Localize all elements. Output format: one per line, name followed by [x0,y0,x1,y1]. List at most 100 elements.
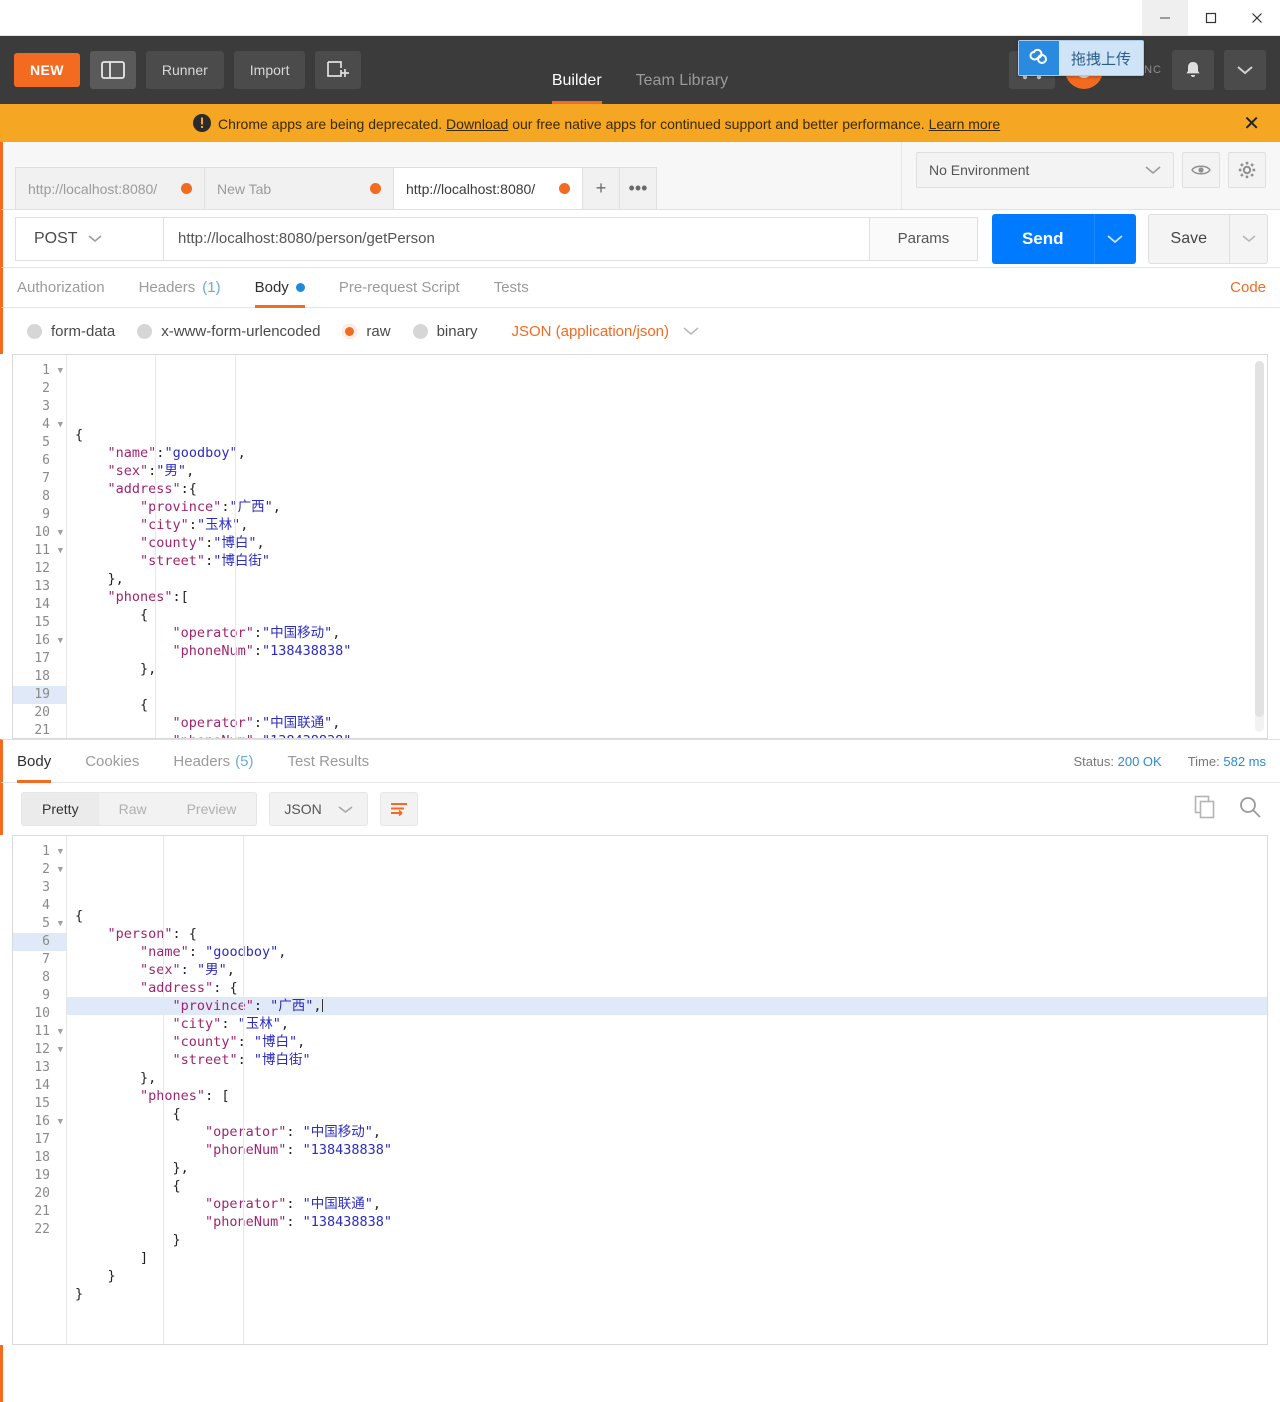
save-button[interactable]: Save [1147,213,1230,264]
http-method-select[interactable]: POST [15,216,163,261]
upload-overlay-popup[interactable]: 拖拽上传 [1018,40,1145,76]
line-number: 12 ▼ [34,1041,63,1059]
url-input[interactable]: http://localhost:8080/person/getPerson [163,216,870,261]
response-editor-code[interactable]: { "person": { "name": "goodboy", "sex": … [67,836,1267,1344]
tab-pre-request-script[interactable]: Pre-request Script [339,268,460,308]
tab-tests[interactable]: Tests [494,268,529,308]
response-body-editor[interactable]: 1 ▼ 2 ▼ 3 4 5 ▼ 6 7 8 9 10 11 ▼ 12 ▼ 13 14 15 16 ▼ 17 18 19 20 21 2… [12,835,1268,1345]
fold-caret-icon[interactable]: ▼ [58,362,63,380]
radio-label: form-data [51,322,116,340]
tab-headers[interactable]: Headers (1) [139,268,221,308]
tab-options-button[interactable]: ••• [619,167,657,209]
add-tab-button[interactable]: + [582,167,620,209]
response-editor-gutter: 1 ▼ 2 ▼ 3 4 5 ▼ 6 7 8 9 10 11 ▼ 12 ▼ 13 14 15 16 ▼ 17 18 19 20 21 2… [13,836,67,1344]
line-number: 15 [34,615,50,630]
status-value: 200 OK [1117,753,1162,769]
environment-area: No Environment [901,142,1280,209]
line-number: 14 [34,1078,50,1093]
code-line: "operator": "中国移动", [205,1124,381,1140]
request-editor-code[interactable]: { "name":"goodboy", "sex":"男", "address"… [67,355,1267,738]
fold-caret-icon[interactable]: ▼ [58,416,63,434]
body-type-binary[interactable]: binary [412,323,477,340]
save-options-chevron-down-icon[interactable] [1230,213,1268,264]
body-type-raw[interactable]: raw [342,323,391,340]
window-maximize-button[interactable] [1188,0,1234,35]
tab-label: Test Results [287,752,370,770]
banner-learn-more-link[interactable]: Learn more [929,116,1001,132]
header-chevron-down-icon[interactable] [1224,50,1266,90]
code-link[interactable]: Code [1230,279,1266,296]
fold-caret-icon[interactable]: ▼ [58,524,63,542]
view-pretty[interactable]: Pretty [22,793,99,825]
banner-download-link[interactable]: Download [446,116,508,132]
bell-icon[interactable] [1172,50,1214,90]
fold-caret-icon[interactable]: ▼ [58,861,63,879]
body-type-urlencoded[interactable]: x-www-form-urlencoded [137,323,320,340]
view-raw[interactable]: Raw [99,793,167,825]
http-method-label: POST [34,229,78,247]
gear-icon[interactable] [1228,151,1266,188]
body-type-form-data[interactable]: form-data [27,323,115,340]
status-badge: Status: 200 OK [1074,754,1162,769]
fold-caret-icon[interactable]: ▼ [58,542,63,560]
code-line: { [172,1178,181,1194]
new-button[interactable]: NEW [14,53,80,87]
fold-caret-icon[interactable]: ▼ [58,843,63,861]
code-line: }, [107,571,124,587]
send-button[interactable]: Send [991,213,1094,264]
header-tab-builder[interactable]: Builder [551,72,602,104]
response-view-switch: Pretty Raw Preview [21,792,258,826]
fold-caret-icon[interactable]: ▼ [58,1041,63,1059]
request-body-editor[interactable]: 1 ▼ 2 3 4 ▼ 5 6 7 8 9 10 ▼ 11 ▼ 12 13 14 15 16 ▼ 17 18 19 20 21 {… [12,354,1268,739]
request-tab-1[interactable]: http://localhost:8080/ [15,167,205,209]
line-number: 10 ▼ [34,524,63,542]
word-wrap-icon[interactable] [379,792,418,826]
code-line: } [75,1286,84,1302]
line-number: 17 [34,651,50,666]
request-subtabs: Authorization Headers (1) Body Pre-reque… [0,268,1280,308]
line-number: 21 [34,1204,50,1219]
line-number: 19 [34,1168,50,1183]
eye-icon[interactable] [1182,151,1220,188]
response-format-select[interactable]: JSON [269,792,368,826]
request-tab-2[interactable]: New Tab [204,167,394,209]
copy-icon[interactable] [1194,795,1216,824]
header-tab-team-library[interactable]: Team Library [636,72,728,104]
search-icon[interactable] [1238,795,1262,824]
new-window-icon[interactable] [315,51,362,89]
environment-select[interactable]: No Environment [916,151,1174,188]
fold-caret-icon[interactable]: ▼ [58,915,63,933]
tab-authorization[interactable]: Authorization [17,268,105,308]
fold-caret-icon[interactable]: ▼ [58,1113,63,1131]
line-number: 14 [34,597,50,612]
window-close-button[interactable] [1234,0,1280,35]
import-button[interactable]: Import [233,51,306,89]
content-type-select[interactable]: JSON (application/json) [511,323,699,340]
view-preview[interactable]: Preview [167,793,257,825]
code-line: "sex":"男", [107,463,195,479]
request-tab-3[interactable]: http://localhost:8080/ [393,167,583,209]
response-tab-test-results[interactable]: Test Results [287,739,369,783]
response-tab-cookies[interactable]: Cookies [85,739,139,783]
request-tab-label: http://localhost:8080/ [28,180,158,197]
content-type-label: JSON (application/json) [511,322,670,340]
chevron-down-icon [1145,162,1161,178]
runner-button[interactable]: Runner [145,51,224,89]
banner-close-icon[interactable]: ✕ [1243,114,1266,134]
window-minimize-button[interactable] [1142,0,1188,35]
fold-caret-icon[interactable]: ▼ [58,1023,63,1041]
fold-caret-icon[interactable]: ▼ [58,632,63,650]
tab-body[interactable]: Body [254,268,306,308]
line-number: 3 [42,880,50,895]
response-tab-headers[interactable]: Headers (5) [173,739,253,783]
app-header: NEW Runner Import Builder Team Library S… [0,36,1280,106]
request-editor-scrollbar[interactable] [1255,361,1264,732]
send-options-chevron-down-icon[interactable] [1093,213,1136,264]
code-line: { [75,427,84,443]
response-tab-body[interactable]: Body [17,739,52,783]
response-tool-actions [1194,795,1262,824]
sidebar-toggle-icon[interactable] [89,51,136,89]
params-button[interactable]: Params [869,216,978,261]
chevron-down-icon [683,323,699,340]
